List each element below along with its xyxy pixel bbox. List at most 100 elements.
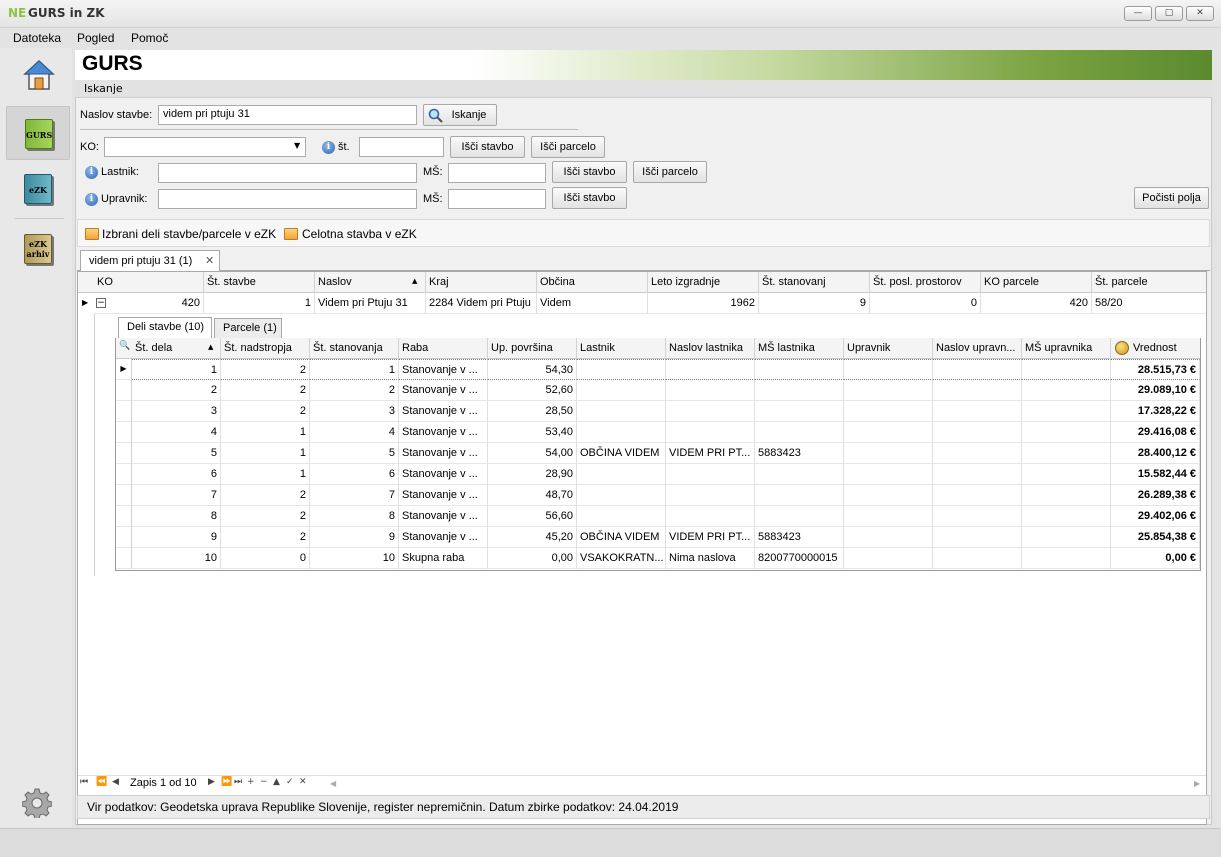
nav-append-icon[interactable]: + [247, 777, 255, 787]
row-indicator[interactable]: ▶ [116, 359, 132, 380]
ezk-archive-nav-button[interactable]: eZK arhiv [6, 222, 70, 276]
table-row[interactable]: 6 1 6 Stanovanje v ... 28,90 15.582,44 € [116, 464, 1200, 485]
manager-ms-input[interactable] [448, 189, 546, 209]
menu-pomoc[interactable]: Pomoč [131, 31, 168, 45]
cell-st-dela: 3 [132, 401, 221, 422]
find-building-button[interactable]: Išči stavbo [450, 136, 525, 158]
table-row[interactable]: 8 2 8 Stanovanje v ... 56,60 29.402,06 € [116, 506, 1200, 527]
cell-upravnik [844, 443, 933, 464]
row-indicator[interactable] [116, 464, 132, 485]
nav-end-edit-icon[interactable]: ✓ [286, 777, 294, 787]
nav-cancel-edit-icon[interactable]: ✕ [299, 777, 307, 787]
col-ms-lastnika[interactable]: MŠ lastnika [755, 338, 844, 359]
scroll-right-icon[interactable]: ▶ [1194, 779, 1200, 788]
nav-delete-icon[interactable]: − [260, 777, 268, 787]
row-indicator[interactable] [116, 380, 132, 401]
close-tab-icon[interactable]: ✕ [205, 254, 214, 267]
cell-st-dela: 2 [132, 380, 221, 401]
home-nav-button[interactable] [6, 50, 70, 104]
cell-raba: Stanovanje v ... [399, 485, 488, 506]
manager-info-icon[interactable]: i [85, 193, 98, 206]
nav-next-icon[interactable]: ▶ [208, 777, 215, 787]
cell-ms-upravnika [1022, 443, 1111, 464]
maximize-button[interactable]: ▢ [1155, 6, 1183, 21]
gurs-nav-button[interactable]: GURS [6, 106, 70, 160]
col-leto-izgradnje[interactable]: Leto izgradnje [648, 272, 759, 293]
result-tab[interactable]: videm pri ptuju 31 (1) ✕ [80, 250, 220, 272]
col-ko[interactable]: KO [94, 272, 204, 293]
tab-parcele[interactable]: Parcele (1) [214, 318, 282, 339]
col-naslov[interactable]: Naslov [315, 272, 426, 293]
row-indicator[interactable] [116, 506, 132, 527]
nav-next-page-icon[interactable]: ⏩ [221, 777, 232, 787]
row-indicator[interactable] [116, 527, 132, 548]
col-kraj[interactable]: Kraj [426, 272, 537, 293]
table-row[interactable]: ▶ − 420 1 Videm pri Ptuju 31 2284 Videm … [78, 293, 1206, 314]
owner-find-parcel-button[interactable]: Išči parcelo [633, 161, 707, 183]
cell-st-stanovanja: 3 [310, 401, 399, 422]
chevron-down-icon[interactable]: ▼ [294, 141, 300, 150]
col-raba[interactable]: Raba [399, 338, 488, 359]
col-naslov-upravnika[interactable]: Naslov upravn... [933, 338, 1022, 359]
table-row[interactable]: ▶ 1 2 1 Stanovanje v ... 54,30 28.515,73 € [116, 359, 1200, 380]
menu-pogled[interactable]: Pogled [77, 31, 114, 45]
table-row[interactable]: 3 2 3 Stanovanje v ... 28,50 17.328,22 € [116, 401, 1200, 422]
cell-raba: Stanovanje v ... [399, 401, 488, 422]
manager-find-building-button[interactable]: Išči stavbo [552, 187, 627, 209]
owner-input[interactable] [158, 163, 417, 183]
folder-icon [284, 228, 298, 240]
search-icon[interactable]: 🔍 [119, 341, 130, 351]
table-row[interactable]: 10 0 10 Skupna raba 0,00 VSAKOKRATN... Nima na… [116, 548, 1200, 569]
minimize-button[interactable]: — [1124, 6, 1152, 21]
table-row[interactable]: 7 2 7 Stanovanje v ... 48,70 26.289,38 € [116, 485, 1200, 506]
nav-last-icon[interactable]: ⏭ [234, 777, 242, 787]
col-st-nadstropja[interactable]: Št. nadstropja [221, 338, 310, 359]
col-st-stanovanj[interactable]: Št. stanovanj [759, 272, 870, 293]
table-row[interactable]: 2 2 2 Stanovanje v ... 52,60 29.089,10 € [116, 380, 1200, 401]
col-st-posl-prostorov[interactable]: Št. posl. prostorov [870, 272, 981, 293]
settings-gear-icon[interactable] [22, 788, 52, 818]
selected-parts-button[interactable]: Izbrani deli stavbe/parcele v eZK [102, 227, 276, 241]
st-input[interactable] [359, 137, 444, 157]
table-row[interactable]: 4 1 4 Stanovanje v ... 53,40 29.416,08 € [116, 422, 1200, 443]
row-indicator[interactable] [116, 422, 132, 443]
row-indicator[interactable] [116, 485, 132, 506]
col-st-stanovanja[interactable]: Št. stanovanja [310, 338, 399, 359]
col-up-povrsina[interactable]: Up. površina [488, 338, 577, 359]
col-lastnik[interactable]: Lastnik [577, 338, 666, 359]
row-indicator[interactable] [116, 401, 132, 422]
find-parcel-button[interactable]: Išči parcelo [531, 136, 605, 158]
col-upravnik[interactable]: Upravnik [844, 338, 933, 359]
owner-ms-input[interactable] [448, 163, 546, 183]
ko-select[interactable] [104, 137, 306, 157]
title-bar[interactable] [0, 0, 1221, 28]
col-ko-parcele[interactable]: KO parcele [981, 272, 1092, 293]
nav-first-icon[interactable]: ⏮ [80, 777, 88, 787]
row-indicator[interactable] [116, 548, 132, 569]
whole-building-button[interactable]: Celotna stavba v eZK [302, 227, 417, 241]
table-row[interactable]: 9 2 9 Stanovanje v ... 45,20 OBČINA VIDEM VIDE… [116, 527, 1200, 548]
nav-prev-icon[interactable]: ◀ [112, 777, 119, 787]
menu-datoteka[interactable]: Datoteka [13, 31, 61, 45]
col-ms-upravnika[interactable]: MŠ upravnika [1022, 338, 1111, 359]
row-indicator[interactable] [116, 443, 132, 464]
clear-fields-button[interactable]: Počisti polja [1134, 187, 1209, 209]
close-window-button[interactable]: ✕ [1186, 6, 1214, 21]
tab-deli-stavbe[interactable]: Deli stavbe (10) [118, 317, 212, 339]
col-naslov-lastnika[interactable]: Naslov lastnika [666, 338, 755, 359]
owner-find-building-button[interactable]: Išči stavbo [552, 161, 627, 183]
ezk-nav-button[interactable]: eZK [6, 162, 70, 216]
table-row[interactable]: 5 1 5 Stanovanje v ... 54,00 OBČINA VIDEM VIDE… [116, 443, 1200, 464]
col-obcina[interactable]: Občina [537, 272, 648, 293]
search-button[interactable]: Iskanje [423, 104, 497, 126]
info-icon[interactable]: i [322, 141, 335, 154]
col-st-parcele[interactable]: Št. parcele [1092, 272, 1206, 293]
cell-upravnik [844, 464, 933, 485]
scroll-left-icon[interactable]: ◀ [330, 779, 336, 788]
manager-input[interactable] [158, 189, 417, 209]
nav-edit-icon[interactable]: ▲ [273, 777, 280, 787]
address-input[interactable]: videm pri ptuju 31 [158, 105, 417, 125]
owner-info-icon[interactable]: i [85, 166, 98, 179]
col-st-stavbe[interactable]: Št. stavbe [204, 272, 315, 293]
nav-prev-page-icon[interactable]: ⏪ [96, 777, 107, 787]
